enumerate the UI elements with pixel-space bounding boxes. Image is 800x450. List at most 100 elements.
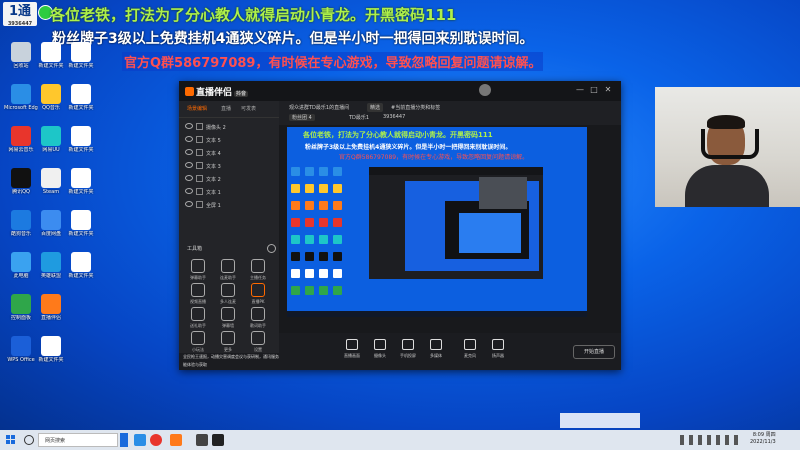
toolbox-settings-icon[interactable] [267, 244, 276, 253]
desktop-icon[interactable]: 新建文件夹 [64, 210, 98, 237]
toolbox-item[interactable]: 连麦助手 [215, 259, 241, 281]
search-go-button[interactable] [120, 433, 128, 447]
taskbar-clock[interactable]: 8:09 周四 2022/11/3 [750, 432, 776, 446]
preview-app-icon [305, 252, 314, 261]
eye-icon[interactable] [185, 201, 193, 207]
desktop-icon-label: 新建文件夹 [38, 63, 64, 69]
tab-live[interactable]: 直播 [221, 105, 231, 112]
desktop-icon[interactable]: 新建文件夹 [34, 42, 68, 69]
desktop-icon[interactable]: 此电脑 [4, 252, 38, 279]
eye-icon[interactable] [185, 175, 193, 181]
minimize-icon[interactable]: — [575, 85, 585, 95]
toolbox-item[interactable]: 视频直播 [185, 283, 211, 305]
stream-preview[interactable]: 各位老铁，打法为了分心教人就得启动小青龙。开黑密码111 粉丝牌子3级以上免费挂… [287, 127, 587, 317]
bottom-tool-button[interactable]: 摄像头 [367, 339, 393, 359]
scene-item-label: 摄像头 2 [206, 125, 226, 131]
toolbox-item[interactable]: 更多 [215, 331, 241, 353]
system-tray-icons[interactable] [680, 435, 740, 445]
lock-icon[interactable] [196, 188, 203, 195]
desktop-icon[interactable]: Microsoft Edge [4, 84, 38, 111]
bottom-tool-button[interactable]: 扬声器 [485, 339, 511, 359]
desktop-icon[interactable]: 英雄联盟 [34, 252, 68, 279]
scene-item[interactable]: 全屏 1 [185, 201, 275, 212]
tab-scene-edit[interactable]: 场景编辑 [187, 105, 207, 112]
desktop-icon[interactable]: 新建文件夹 [64, 168, 98, 195]
toolbox-item[interactable]: 多人连麦 [215, 283, 241, 305]
preview-app-icon [319, 218, 328, 227]
eye-icon[interactable] [185, 188, 193, 194]
desktop-icon[interactable]: Steam [34, 168, 68, 195]
desktop-icon[interactable]: WPS Office [4, 336, 38, 363]
live-companion-icon[interactable] [170, 434, 182, 446]
lock-icon[interactable] [196, 175, 203, 182]
search-icon[interactable] [24, 435, 34, 445]
eye-icon[interactable] [185, 149, 193, 155]
desktop-icon[interactable]: 新建文件夹 [64, 42, 98, 69]
toolbox-item[interactable]: 弹幕墙 [215, 307, 241, 329]
start-button[interactable] [6, 435, 16, 445]
desktop-icon[interactable]: 控制面板 [4, 294, 38, 321]
desktop-icon[interactable]: QQ音乐 [34, 84, 68, 111]
toolbox-item[interactable]: 小玩法 [185, 331, 211, 353]
edge-icon[interactable] [134, 434, 146, 446]
maximize-icon[interactable]: □ [589, 85, 599, 95]
avatar[interactable] [479, 84, 491, 96]
desktop-icon[interactable]: 百度网盘 [34, 210, 68, 237]
desktop-icon[interactable]: 新建文件夹 [34, 336, 68, 363]
scene-item[interactable]: 文本 5 [185, 136, 275, 147]
eye-icon[interactable] [185, 123, 193, 129]
toolbox-item[interactable]: 送礼助手 [185, 307, 211, 329]
desktop-icon-label: 网易UU [42, 147, 60, 153]
bottom-tool-button[interactable]: 麦克风 [457, 339, 483, 359]
desktop-icon[interactable]: 直播伴侣 [34, 294, 68, 321]
taskbar: 网页搜索 [0, 430, 800, 450]
webcam-person-body [685, 165, 769, 207]
live-streaming-app-window[interactable]: 直播伴侣 抖音 — □ ✕ 场景编辑 直播 可发表 摄像头 2 文本 5 文本 4 文本… [179, 81, 621, 370]
desktop-icon[interactable]: 腾讯QQ [4, 168, 38, 195]
scene-item[interactable]: 文本 2 [185, 175, 275, 186]
scene-item[interactable]: 文本 1 [185, 188, 275, 199]
lock-icon[interactable] [196, 123, 203, 130]
lock-icon[interactable] [196, 162, 203, 169]
start-live-button[interactable]: 开始直播 [573, 345, 615, 359]
preview-app-icon [291, 218, 300, 227]
bottom-tool-button[interactable]: 多媒体 [423, 339, 449, 359]
toolbox-item[interactable]: 弹幕助手 [185, 259, 211, 281]
bottom-tool-label: 摄像头 [374, 353, 386, 358]
preview-app-icon [319, 167, 328, 176]
app-titlebar[interactable]: 直播伴侣 抖音 — □ ✕ [179, 81, 621, 101]
fans-club[interactable]: 粉丝团 4 [289, 114, 315, 121]
toolbox-item[interactable]: 设置 [245, 331, 271, 353]
desktop-icon[interactable]: 酷狗音乐 [4, 210, 38, 237]
eye-icon[interactable] [185, 162, 193, 168]
eye-icon[interactable] [185, 136, 193, 142]
desktop-icon[interactable]: 网易云音乐 [4, 126, 38, 153]
netease-music-icon[interactable] [150, 434, 162, 446]
toolbox-item[interactable]: 主播任务 [245, 259, 271, 281]
lock-icon[interactable] [196, 201, 203, 208]
desktop-icon[interactable]: 新建文件夹 [64, 126, 98, 153]
toolbox-item[interactable]: 歌词助手 [245, 307, 271, 329]
bottom-tool-button[interactable]: 直播画面 [339, 339, 365, 359]
room-category[interactable]: #当前直播分类和标签 [391, 104, 440, 111]
desktop-icon[interactable]: 网易UU [34, 126, 68, 153]
floating-toolbar[interactable] [560, 413, 640, 428]
search-input[interactable]: 网页搜索 [38, 433, 118, 447]
desktop-icon[interactable]: 新建文件夹 [64, 84, 98, 111]
lock-icon[interactable] [196, 149, 203, 156]
toolbox-item[interactable]: 直播PK [245, 283, 271, 305]
room-tag[interactable]: 精选 [367, 103, 384, 112]
scene-item[interactable]: 摄像头 2 [185, 123, 275, 134]
desktop-icon-label: 回收站 [13, 63, 29, 69]
tab-publish[interactable]: 可发表 [241, 105, 256, 112]
bottom-tool-button[interactable]: 手机投屏 [395, 339, 421, 359]
left-footer-notice: 全民枪王速报，动播灾害调度会议与获研制，通讯服务功能体验与获取 [179, 353, 283, 370]
desktop-icon[interactable]: 新建文件夹 [64, 252, 98, 279]
close-icon[interactable]: ✕ [603, 85, 613, 95]
app-taskbar-icon[interactable] [196, 434, 208, 446]
lock-icon[interactable] [196, 136, 203, 143]
scene-item[interactable]: 文本 4 [185, 149, 275, 160]
tiktok-icon[interactable] [212, 434, 224, 446]
scene-item[interactable]: 文本 3 [185, 162, 275, 173]
desktop-icon[interactable]: 回收站 [4, 42, 38, 69]
